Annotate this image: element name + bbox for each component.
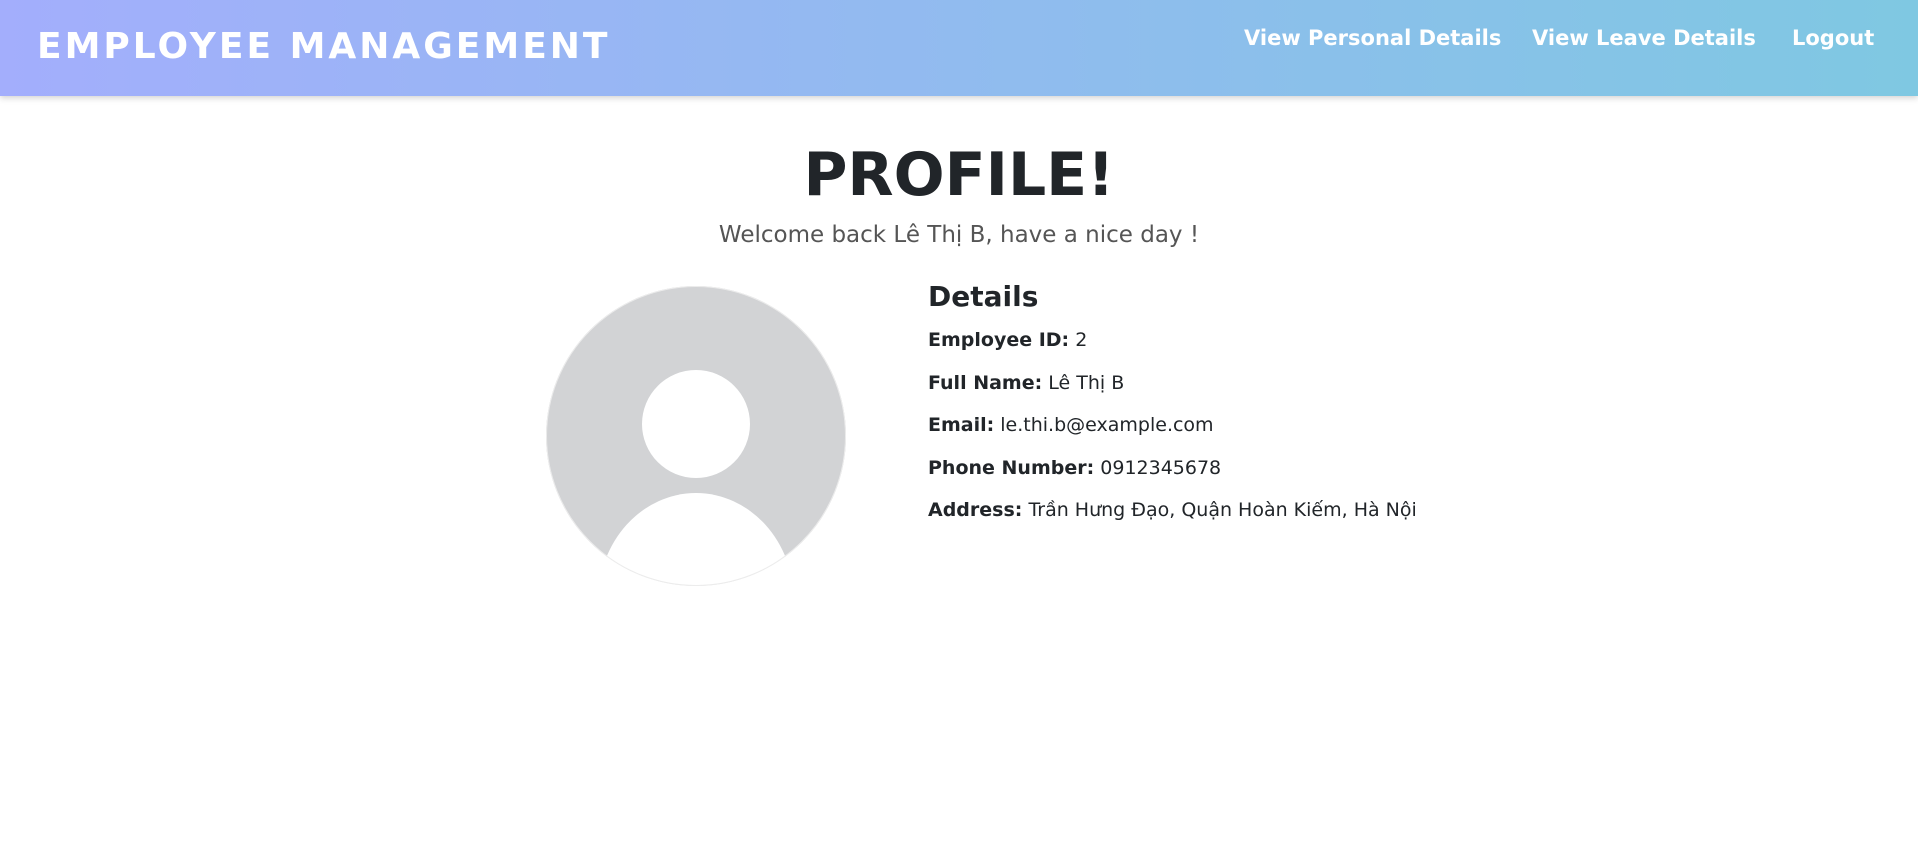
avatar-svg [546, 286, 846, 586]
detail-label: Phone Number: [928, 456, 1095, 479]
detail-label: Email: [928, 414, 995, 436]
brand-logo-text[interactable]: EMPLOYEE MANAGEMENT [37, 26, 610, 67]
nav-view-leave-details[interactable]: View Leave Details [1532, 26, 1756, 50]
detail-label: Employee ID: [928, 329, 1070, 351]
details-heading: Details [928, 280, 1039, 313]
detail-value: Lê Thị B [1048, 371, 1125, 394]
detail-label: Address: [928, 499, 1023, 521]
details-section: Details Employee ID: 2 Full Name: Lê Thị… [928, 278, 1728, 541]
avatar-head [642, 370, 750, 478]
detail-value: 0912345678 [1100, 456, 1222, 479]
top-navbar: EMPLOYEE MANAGEMENT View Personal Detail… [0, 0, 1918, 96]
nav-logout[interactable]: Logout [1792, 26, 1874, 50]
user-avatar-icon [546, 286, 846, 586]
detail-phone-number: Phone Number: 0912345678 [928, 456, 1728, 481]
detail-value: Trần Hưng Đạo, Quận Hoàn Kiếm, Hà Nội [1028, 499, 1417, 521]
detail-full-name: Full Name: Lê Thị B [928, 371, 1728, 396]
nav-view-personal-details[interactable]: View Personal Details [1244, 26, 1501, 50]
detail-email: Email: le.thi.b@example.com [928, 413, 1728, 438]
detail-value: 2 [1075, 329, 1088, 351]
detail-label: Full Name: [928, 371, 1043, 394]
detail-employee-id: Employee ID: 2 [928, 328, 1728, 353]
detail-value: le.thi.b@example.com [1000, 414, 1214, 436]
detail-address: Address: Trần Hưng Đạo, Quận Hoàn Kiếm, … [928, 498, 1728, 523]
page-title: PROFILE! [803, 140, 1115, 210]
welcome-message: Welcome back Lê Thị B, have a nice day ! [718, 222, 1200, 248]
